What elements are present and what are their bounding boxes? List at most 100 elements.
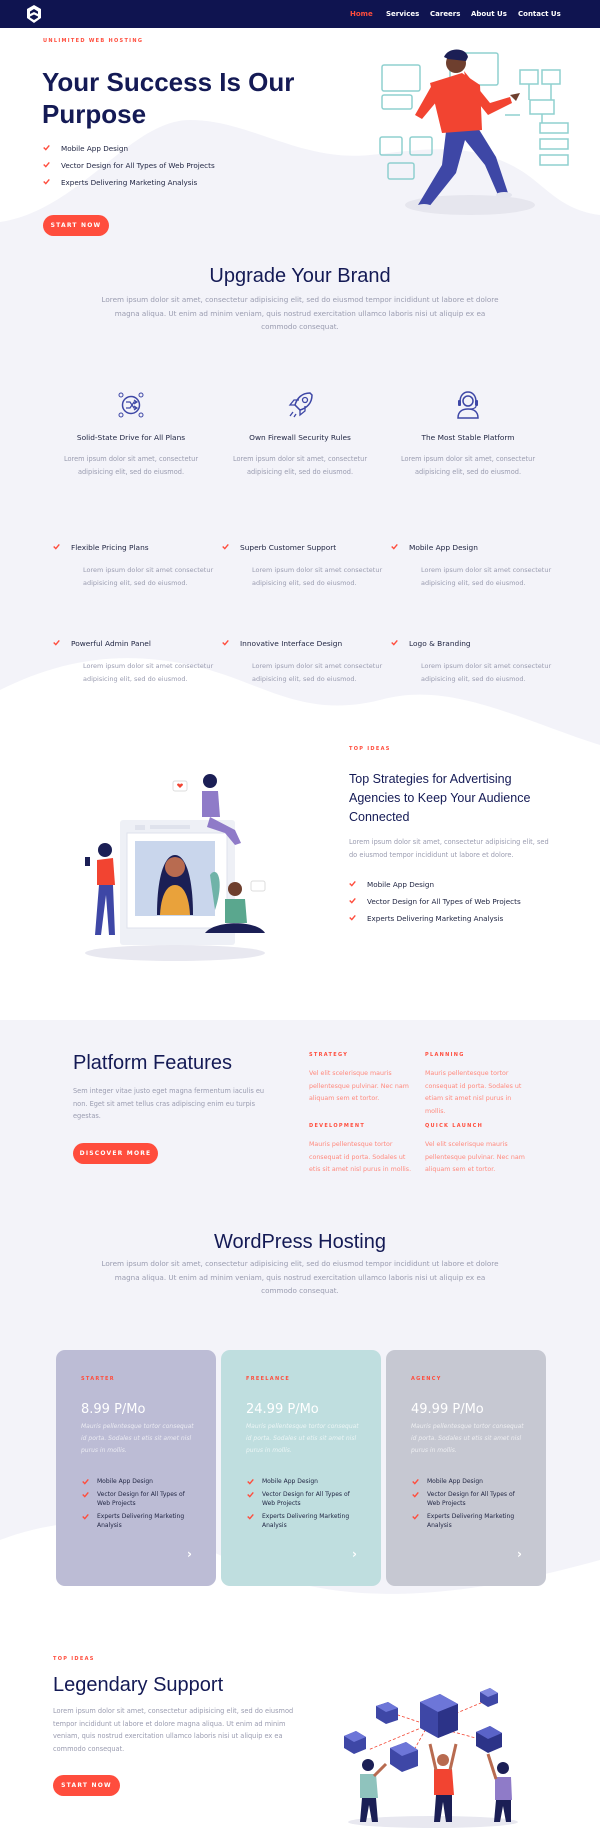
shuffle-icon [118, 392, 144, 418]
grid-item-text: Lorem ipsum dolor sit amet consectetur a… [252, 566, 383, 587]
support-illustration [344, 1688, 518, 1828]
brand-title: Upgrade Your Brand [209, 265, 391, 287]
check-icon [247, 1478, 254, 1485]
hero-list-item: Vector Design for All Types of Web Proje… [61, 161, 215, 170]
grid-item-text: Lorem ipsum dolor sit amet consectetur a… [252, 662, 383, 683]
plan-price: 8.99 P/Mo [81, 1402, 146, 1417]
plan-name: AGENCY [411, 1376, 442, 1382]
check-icon [222, 639, 229, 646]
ideas-text: Lorem ipsum dolor sit amet, consectetur … [349, 838, 549, 859]
nav-about-us[interactable]: About Us [471, 10, 507, 18]
check-icon [349, 914, 356, 921]
support-text: Lorem ipsum dolor sit amet, consectetur … [53, 1707, 294, 1753]
grid-item-title: Superb Customer Support [240, 543, 337, 552]
plan-feature: Mobile App Design [427, 1478, 483, 1485]
pricing-card-agency: AGENCY 49.99 P/Mo Mauris pellentesque to… [386, 1350, 546, 1586]
hero-start-now-button[interactable]: START NOW [43, 215, 109, 236]
platform-item-text: Vel elit scelerisque mauris pellentesque… [309, 1070, 409, 1102]
nav-careers[interactable]: Careers [430, 10, 460, 18]
support-start-now-button[interactable]: START NOW [53, 1775, 120, 1796]
pricing-card-freelance: FREELANCE 24.99 P/Mo Mauris pellentesque… [221, 1350, 381, 1586]
ideas-title-line3: Connected [349, 810, 410, 824]
plan-desc: Mauris pellentesque tortor consequat id … [246, 1423, 359, 1454]
platform-title: Platform Features [73, 1052, 232, 1074]
ideas-list-item: Mobile App Design [367, 880, 435, 889]
check-icon [412, 1491, 419, 1498]
plan-price: 49.99 P/Mo [411, 1402, 484, 1417]
hero-title-line2: Purpose [42, 99, 147, 129]
platform-item-text: Vel elit scelerisque mauris pellentesque… [425, 1141, 525, 1173]
platform-item-head: QUICK LAUNCH [425, 1123, 484, 1129]
check-icon [349, 880, 356, 887]
hero-eyebrow: UNLIMITED WEB HOSTING [43, 38, 144, 44]
grid-item-text: Lorem ipsum dolor sit amet consectetur a… [83, 566, 214, 587]
platform-item-head: PLANNING [425, 1052, 465, 1058]
nav-contact-us[interactable]: Contact Us [518, 10, 561, 18]
brand-text: Lorem ipsum dolor sit amet, consectetur … [101, 295, 499, 331]
grid-item-title: Powerful Admin Panel [71, 639, 151, 648]
ideas-list-item: Experts Delivering Marketing Analysis [367, 914, 504, 923]
hero-list-item: Experts Delivering Marketing Analysis [61, 178, 198, 187]
platform-item-head: STRATEGY [309, 1052, 349, 1058]
check-icon [82, 1478, 89, 1485]
plan-feature: Vector Design for All Types of Web Proje… [427, 1491, 515, 1507]
pricing-card-starter: STARTER 8.99 P/Mo Mauris pellentesque to… [56, 1350, 216, 1586]
check-icon [391, 639, 398, 646]
chevron-right-icon[interactable]: › [517, 1547, 522, 1561]
check-icon [43, 144, 50, 151]
hosting-title: WordPress Hosting [214, 1231, 386, 1253]
grid-item-title: Logo & Branding [409, 639, 471, 648]
grid-item-text: Lorem ipsum dolor sit amet consectetur a… [421, 662, 552, 683]
feature-text: Lorem ipsum dolor sit amet, consectetur … [400, 455, 536, 476]
nav-services[interactable]: Services [386, 10, 419, 18]
plan-desc: Mauris pellentesque tortor consequat id … [81, 1423, 194, 1454]
ideas-title-line2: Agencies to Keep Your Audience [349, 791, 531, 805]
check-icon [53, 543, 60, 550]
check-icon [247, 1491, 254, 1498]
feature-text: Lorem ipsum dolor sit amet, consectetur … [63, 455, 199, 476]
hero-illustration [379, 49, 569, 215]
check-icon [43, 161, 50, 168]
discover-more-button[interactable]: DISCOVER MORE [73, 1143, 158, 1164]
rocket-icon [288, 392, 313, 418]
check-icon [412, 1513, 419, 1520]
chevron-right-icon[interactable]: › [352, 1547, 357, 1561]
platform-item-text: Mauris pellentesque tortor consequat id … [425, 1070, 522, 1115]
plan-feature: Experts Delivering Marketing Analysis [427, 1513, 515, 1529]
chevron-right-icon[interactable]: › [187, 1547, 192, 1561]
grid-item-text: Lorem ipsum dolor sit amet consectetur a… [421, 566, 552, 587]
hero-list-item: Mobile App Design [61, 144, 129, 153]
grid-item-title: Mobile App Design [409, 543, 478, 552]
plan-feature: Mobile App Design [97, 1478, 153, 1485]
hosting-text: Lorem ipsum dolor sit amet, consectetur … [101, 1259, 499, 1295]
check-icon [43, 178, 50, 185]
social-illustration [85, 774, 266, 961]
check-icon [391, 543, 398, 550]
check-icon [82, 1513, 89, 1520]
plan-desc: Mauris pellentesque tortor consequat id … [411, 1423, 524, 1454]
check-icon [412, 1478, 419, 1485]
plan-feature: Vector Design for All Types of Web Proje… [97, 1491, 185, 1507]
feature-title: Solid-State Drive for All Plans [76, 433, 186, 442]
nav-home[interactable]: Home [350, 10, 373, 18]
ideas-title-line1: Top Strategies for Advertising [349, 772, 512, 786]
hero-title-line1: Your Success Is Our [42, 67, 295, 97]
check-icon [247, 1513, 254, 1520]
feature-text: Lorem ipsum dolor sit amet, consectetur … [232, 455, 368, 476]
check-icon [53, 639, 60, 646]
support-title: Legendary Support [53, 1674, 224, 1696]
ideas-title: Top Strategies for Advertising Agencies … [349, 770, 530, 827]
platform-text: Sem integer vitae justo eget magna ferme… [73, 1087, 265, 1120]
check-icon [82, 1491, 89, 1498]
plan-name: STARTER [81, 1376, 115, 1382]
plan-name: FREELANCE [246, 1376, 291, 1382]
plan-price: 24.99 P/Mo [246, 1402, 319, 1417]
platform-item-head: DEVELOPMENT [309, 1123, 366, 1129]
plan-feature: Experts Delivering Marketing Analysis [97, 1513, 185, 1529]
ideas-eyebrow: TOP IDEAS [349, 746, 391, 752]
feature-title: The Most Stable Platform [421, 433, 515, 442]
hero-title: Your Success Is Our Purpose [42, 66, 294, 130]
brand-logo-icon[interactable] [27, 5, 41, 23]
plan-feature: Experts Delivering Marketing Analysis [262, 1513, 350, 1529]
top-navbar: Home Services Careers About Us Contact U… [0, 0, 600, 28]
